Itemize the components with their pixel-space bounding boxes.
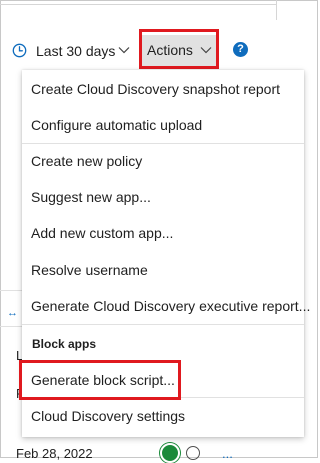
- background-divider: [0, 326, 22, 327]
- menu-item-suggest-new-app[interactable]: Suggest new app...: [22, 181, 304, 213]
- top-edge: [276, 0, 277, 20]
- menu-item-label: Configure automatic upload: [31, 117, 203, 133]
- menu-item-cloud-discovery-settings[interactable]: Cloud Discovery settings: [22, 400, 304, 432]
- chevron-down-icon[interactable]: [118, 46, 130, 54]
- menu-item-label: Add new custom app...: [31, 225, 174, 241]
- toolbar: Last 30 days Actions: [0, 33, 318, 67]
- menu-item-configure-automatic-upload[interactable]: Configure automatic upload: [22, 109, 304, 141]
- help-icon[interactable]: ?: [233, 42, 248, 57]
- menu-item-label: Create Cloud Discovery snapshot report: [31, 81, 281, 97]
- menu-divider: [22, 143, 304, 144]
- top-divider: [0, 4, 276, 5]
- date-range-selector[interactable]: Last 30 days: [36, 42, 115, 60]
- menu-item-create-snapshot-report[interactable]: Create Cloud Discovery snapshot report: [22, 73, 304, 105]
- clock-icon: [12, 43, 27, 58]
- menu-item-label: Suggest new app...: [31, 189, 151, 205]
- menu-item-label: Generate block script...: [31, 372, 175, 388]
- menu-item-label: Resolve username: [31, 262, 148, 278]
- more-icon[interactable]: ...: [222, 446, 233, 461]
- menu-item-create-new-policy[interactable]: Create new policy: [22, 145, 304, 177]
- menu-item-add-custom-app[interactable]: Add new custom app...: [22, 217, 304, 249]
- menu-item-label: Create new policy: [31, 153, 143, 169]
- menu-divider: [22, 397, 304, 398]
- expand-arrow-icon[interactable]: ↔: [7, 307, 18, 319]
- menu-divider: [22, 324, 304, 325]
- menu-item-resolve-username[interactable]: Resolve username: [22, 254, 304, 286]
- actions-menu: Create Cloud Discovery snapshot report C…: [22, 70, 310, 437]
- background-date: Feb 28, 2022: [16, 446, 93, 461]
- actions-label: Actions: [147, 42, 193, 58]
- menu-item-generate-executive-report[interactable]: Generate Cloud Discovery executive repor…: [22, 290, 310, 322]
- menu-item-generate-block-script[interactable]: Generate block script...: [22, 364, 304, 396]
- menu-item-label: Cloud Discovery settings: [31, 408, 186, 424]
- chevron-down-icon: [200, 47, 212, 54]
- check-circle-icon[interactable]: [160, 443, 180, 463]
- background-divider: [0, 290, 22, 291]
- actions-button[interactable]: Actions: [141, 35, 218, 66]
- menu-section-header: Block apps: [32, 337, 97, 351]
- menu-item-label: Generate Cloud Discovery executive repor…: [31, 298, 311, 314]
